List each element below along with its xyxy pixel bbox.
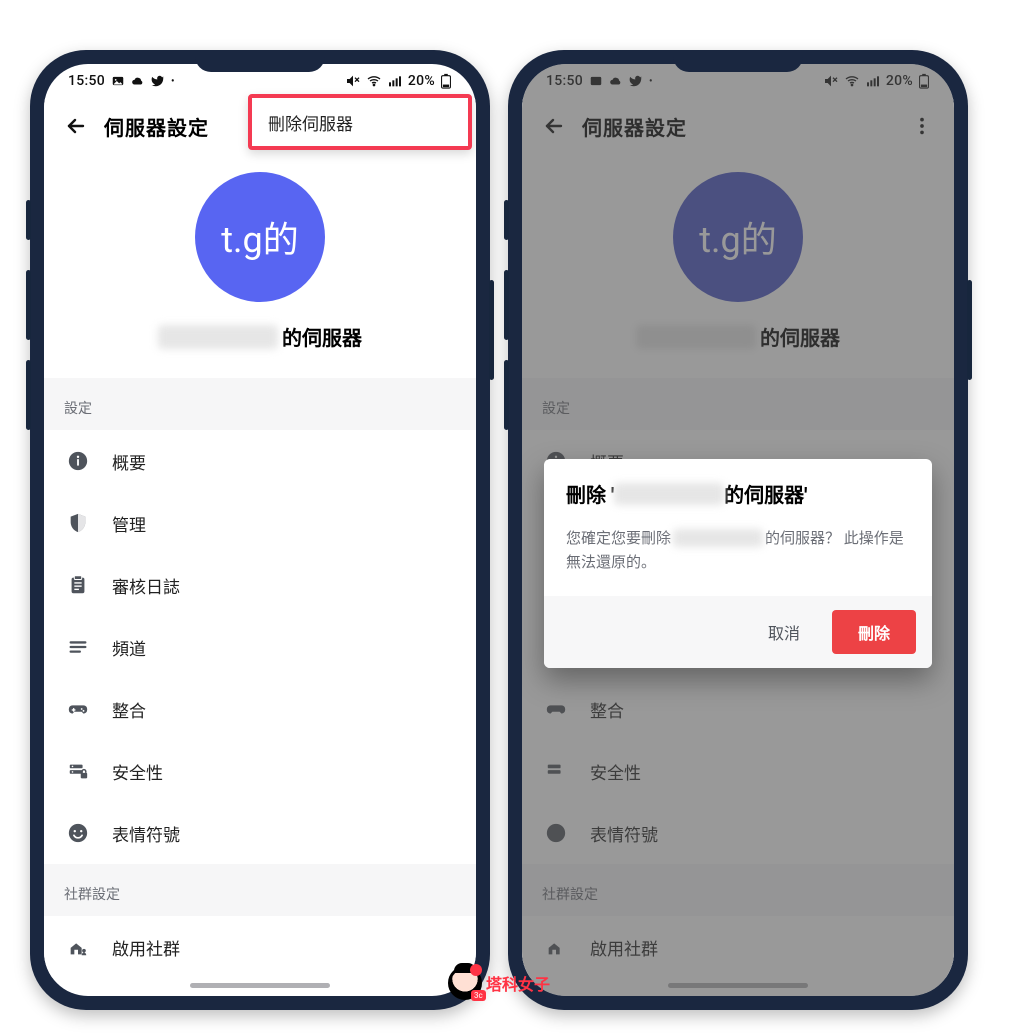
notch bbox=[195, 50, 325, 72]
community-item-enable[interactable]: 啟用社群 bbox=[44, 916, 476, 978]
server-header: t.g的 的伺服器 bbox=[44, 154, 476, 378]
delete-button[interactable]: 刪除 bbox=[832, 610, 916, 654]
list-item-label: 審核日誌 bbox=[112, 573, 180, 598]
redacted-text bbox=[614, 483, 724, 505]
side-button bbox=[26, 360, 31, 430]
section-community: 社群設定 bbox=[44, 864, 476, 916]
list-item-label: 管理 bbox=[112, 511, 146, 536]
list-item-label: 整合 bbox=[112, 697, 146, 722]
clipboard-icon bbox=[66, 573, 90, 597]
list-item-label: 安全性 bbox=[112, 759, 163, 784]
gamepad-icon bbox=[66, 697, 90, 721]
settings-item-manage[interactable]: 管理 bbox=[44, 492, 476, 554]
dialog-title-suffix: 的伺服器' bbox=[724, 479, 807, 508]
wifi-icon bbox=[366, 73, 382, 89]
settings-item-emoji[interactable]: 表情符號 bbox=[44, 802, 476, 864]
settings-item-integrations[interactable]: 整合 bbox=[44, 678, 476, 740]
server-avatar[interactable]: t.g的 bbox=[195, 172, 325, 302]
list-item-label: 啟用社群 bbox=[112, 935, 180, 960]
volume-up-button bbox=[26, 200, 31, 240]
phone-right: 15:50 • 20% 伺服器設定 bbox=[508, 50, 968, 1010]
shield-icon bbox=[66, 511, 90, 535]
dialog-body-mid: 的伺服器？ 此操作是 bbox=[765, 526, 904, 550]
emoji-icon bbox=[66, 821, 90, 845]
power-button bbox=[489, 280, 494, 380]
watermark-text: 塔科女子 bbox=[486, 971, 550, 995]
watermark: 3c 塔科女子 bbox=[448, 966, 550, 1000]
status-time: 15:50 bbox=[68, 73, 105, 89]
cloud-icon bbox=[131, 74, 145, 88]
community-list: 啟用社群 bbox=[44, 916, 476, 978]
page-title: 伺服器設定 bbox=[104, 112, 209, 141]
dialog-actions: 取消 刪除 bbox=[544, 596, 932, 668]
status-battery: 20% bbox=[408, 73, 435, 89]
menu-item-delete-server[interactable]: 刪除伺服器 bbox=[248, 94, 472, 150]
battery-icon bbox=[440, 73, 452, 89]
list-item-label: 概要 bbox=[112, 449, 146, 474]
server-name-suffix: 的伺服器 bbox=[282, 322, 362, 351]
settings-item-audit[interactable]: 審核日誌 bbox=[44, 554, 476, 616]
community-icon bbox=[66, 935, 90, 959]
list-item-label: 頻道 bbox=[112, 635, 146, 660]
volume-down-button bbox=[504, 270, 509, 340]
dialog-title-prefix: 刪除 ' bbox=[566, 479, 614, 508]
watermark-badge: 3c bbox=[471, 990, 486, 1001]
settings-list: 概要 管理 審核日誌 頻道 整合 bbox=[44, 430, 476, 864]
power-button bbox=[967, 280, 972, 380]
info-icon bbox=[66, 449, 90, 473]
notch bbox=[673, 50, 803, 72]
list-item-label: 表情符號 bbox=[112, 821, 180, 846]
cancel-button[interactable]: 取消 bbox=[752, 610, 816, 654]
volume-up-button bbox=[504, 200, 509, 240]
avatar-text: t.g的 bbox=[221, 211, 299, 263]
dialog-body: 您確定您要刪除 的伺服器？ 此操作是 無法還原的。 bbox=[544, 518, 932, 596]
settings-item-channels[interactable]: 頻道 bbox=[44, 616, 476, 678]
dialog-title: 刪除 ' 的伺服器' bbox=[544, 459, 932, 518]
settings-item-overview[interactable]: 概要 bbox=[44, 430, 476, 492]
watermark-avatar: 3c bbox=[448, 966, 482, 1000]
menu-item-label: 刪除伺服器 bbox=[268, 110, 353, 135]
volume-down-button bbox=[26, 270, 31, 340]
home-indicator bbox=[190, 983, 330, 988]
list-icon bbox=[66, 635, 90, 659]
section-settings: 設定 bbox=[44, 378, 476, 430]
delete-confirm-dialog: 刪除 ' 的伺服器' 您確定您要刪除 的伺服器？ 此操作是 無法還原的。 取消 … bbox=[544, 459, 932, 668]
mute-icon bbox=[345, 73, 361, 89]
dialog-body-prefix: 您確定您要刪除 bbox=[566, 526, 671, 550]
gallery-icon bbox=[111, 74, 125, 88]
signal-icon bbox=[387, 73, 403, 89]
bird-icon bbox=[151, 74, 165, 88]
redacted-text bbox=[158, 325, 278, 349]
side-button bbox=[504, 360, 509, 430]
phone-left: 15:50 • bbox=[30, 50, 490, 1010]
server-name: 的伺服器 bbox=[158, 322, 362, 351]
back-button[interactable] bbox=[54, 104, 98, 148]
dialog-body-end: 無法還原的。 bbox=[566, 553, 656, 571]
dot-icon: • bbox=[171, 76, 175, 87]
redacted-text bbox=[673, 529, 763, 547]
settings-item-security[interactable]: 安全性 bbox=[44, 740, 476, 802]
server-lock-icon bbox=[66, 759, 90, 783]
